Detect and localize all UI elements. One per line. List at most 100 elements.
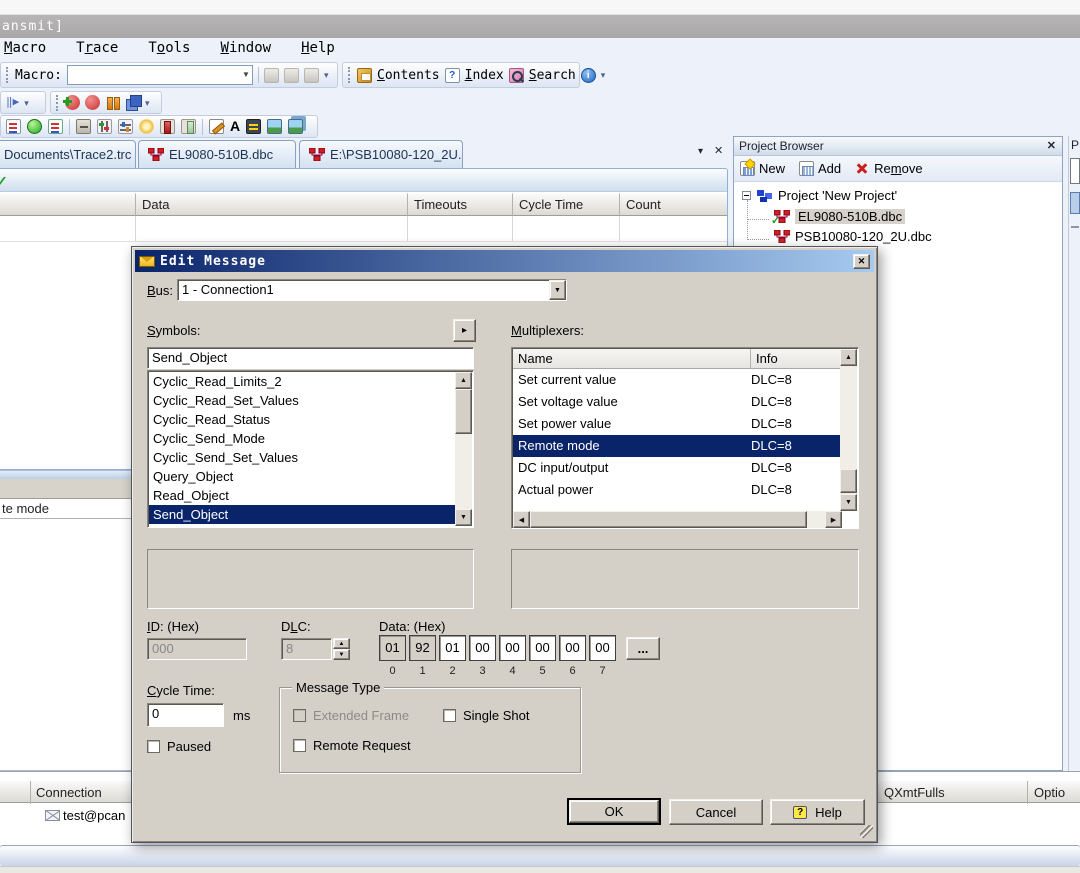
mux-row[interactable]: Set voltage valueDLC=8 [513,391,842,413]
checkbox-box[interactable] [443,709,456,722]
mux-row[interactable]: Set power valueDLC=8 [513,413,842,435]
toolbar-grip[interactable] [56,95,60,111]
remove-file-button[interactable]: Remove [855,161,922,176]
mux-row[interactable]: Set current valueDLC=8 [513,369,842,391]
tab-trace2[interactable]: Documents\Trace2.trc [0,140,136,168]
dlc-spinner[interactable]: ▲ ▼ [333,638,350,660]
menu-window[interactable]: Window [221,40,272,60]
data-byte-2[interactable]: 01 [439,635,466,661]
column-header-message[interactable] [0,193,136,216]
mux-row-selected[interactable]: Remote modeDLC=8 [513,435,842,457]
close-icon[interactable]: ✕ [1047,139,1056,155]
green-gauge-icon[interactable] [181,119,196,134]
red-gauge-icon[interactable] [160,119,175,134]
side-panel-selected-icon[interactable] [1070,192,1080,214]
symbols-list-item[interactable]: Query_Object [149,467,455,486]
paused-checkbox[interactable]: Paused [147,739,211,754]
image-icon[interactable] [267,119,282,134]
cycle-time-input[interactable]: 0 [147,703,224,727]
data-byte-7[interactable]: 00 [589,635,616,661]
record-icon[interactable] [85,95,100,110]
run-macro-icon[interactable] [264,68,279,83]
dialog-titlebar[interactable]: Edit Message ✕ [135,250,874,272]
column-header-data[interactable]: Data [136,193,408,216]
toolbar-overflow-icon[interactable]: ▾ [601,70,606,80]
macro-combobox[interactable]: ▼ [67,65,253,85]
data-byte-1[interactable]: 92 [409,635,436,661]
scroll-up-icon[interactable]: ▲ [840,349,857,366]
combo-dropdown-icon[interactable]: ▼ [549,280,566,300]
mux-column-info[interactable]: Info [751,349,842,368]
symbols-list-item[interactable]: Cyclic_Read_Set_Values [149,391,455,410]
side-panel-field[interactable] [1070,158,1080,184]
horizontal-sliders-icon[interactable] [118,119,133,134]
ok-button[interactable]: OK [569,800,659,823]
combo-dropdown-icon[interactable]: ▼ [242,70,250,79]
toolbar-grip[interactable] [348,67,352,83]
column-header-count[interactable]: Count [620,193,728,216]
symbols-list-item[interactable]: Cyclic_Read_Status [149,410,455,429]
symbols-list-item-selected[interactable]: Send_Object [149,505,455,524]
scroll-right-icon[interactable]: ▶ [825,511,842,528]
scrollbar-thumb[interactable] [840,469,857,493]
remote-request-checkbox[interactable]: Remote Request [293,738,411,753]
data-byte-4[interactable]: 00 [499,635,526,661]
new-project-button[interactable]: New [740,161,785,176]
tree-node-psb10080[interactable]: PSB10080-120_2U.dbc [774,229,932,244]
symbols-list-item[interactable]: Cyclic_Read_Limits_2 [149,372,455,391]
image-list-icon[interactable] [288,119,303,134]
checkbox-box[interactable] [293,739,306,752]
tab-close-icon[interactable]: ✕ [714,144,723,157]
toolbar-overflow-icon[interactable]: ▾ [145,98,150,108]
toolbar-grip[interactable] [6,67,10,83]
add-record-icon[interactable] [65,95,80,110]
spin-up-icon[interactable]: ▲ [333,638,350,649]
dialog-close-button[interactable]: ✕ [853,254,870,269]
data-byte-5[interactable]: 00 [529,635,556,661]
tab-scroll-menu-icon[interactable]: ▾ [698,146,703,157]
data-more-button[interactable]: ... [626,637,660,660]
tab-psb10080[interactable]: E:\PSB10080-120_2U.dbc [299,140,463,168]
spin-down-icon[interactable]: ▼ [333,649,350,660]
data-byte-6[interactable]: 00 [559,635,586,661]
info-icon[interactable]: i [581,68,596,83]
id-input[interactable]: 000 [147,638,247,660]
search-button[interactable]: Search [529,68,576,83]
symbols-filter-input[interactable]: Send_Object [147,347,474,369]
scroll-left-icon[interactable]: ◀ [513,511,530,528]
tree-node-el9080[interactable]: ✓ EL9080-510B.dbc [774,209,905,224]
numeric-display-icon[interactable] [246,119,261,134]
mux-vertical-scrollbar[interactable]: ▲ ▼ [840,349,857,511]
copy-layers-icon[interactable] [125,95,140,110]
symbols-list-item[interactable]: Cyclic_Send_Set_Values [149,448,455,467]
contents-button[interactable]: Contents [377,68,440,83]
collapse-icon[interactable] [742,191,751,200]
menu-tools[interactable]: Tools [148,40,190,60]
scroll-down-icon[interactable]: ▼ [840,494,857,511]
help-button[interactable]: ? Help [770,799,865,825]
mux-row[interactable]: Actual powerDLC=8 [513,479,842,501]
symbols-list-item[interactable]: Read_Object [149,486,455,505]
mux-row[interactable]: DC input/outputDLC=8 [513,457,842,479]
column-header-connection[interactable]: Connection [36,785,102,800]
scrollbar-thumb[interactable] [530,511,807,528]
toolbar-overflow-icon[interactable]: ▾ [24,98,29,108]
step-macro-icon[interactable] [284,68,299,83]
toolbar-overflow-icon[interactable]: ▾ [324,70,329,80]
pause-icon[interactable] [105,95,120,110]
symbols-expand-button[interactable]: ▸ [453,319,476,342]
plotter-icon[interactable] [48,119,63,134]
button-panel-icon[interactable] [76,119,91,134]
scroll-down-icon[interactable]: ▼ [455,509,472,526]
symbols-scrollbar[interactable]: ▲ ▼ [455,372,472,526]
cancel-button[interactable]: Cancel [669,799,763,825]
data-byte-3[interactable]: 00 [469,635,496,661]
menu-trace[interactable]: Trace [76,40,118,60]
single-step-icon[interactable]: ‖▶ [6,95,19,110]
column-header-options[interactable]: Optio [1034,785,1065,800]
dlc-input[interactable]: 8 [281,638,332,660]
mux-horizontal-scrollbar[interactable]: ◀ ▶ [513,511,842,528]
tree-node-project[interactable]: Project 'New Project' [742,188,897,203]
bus-combobox[interactable]: 1 - Connection1 ▼ [177,279,567,301]
bus-status-icon[interactable] [27,119,42,134]
